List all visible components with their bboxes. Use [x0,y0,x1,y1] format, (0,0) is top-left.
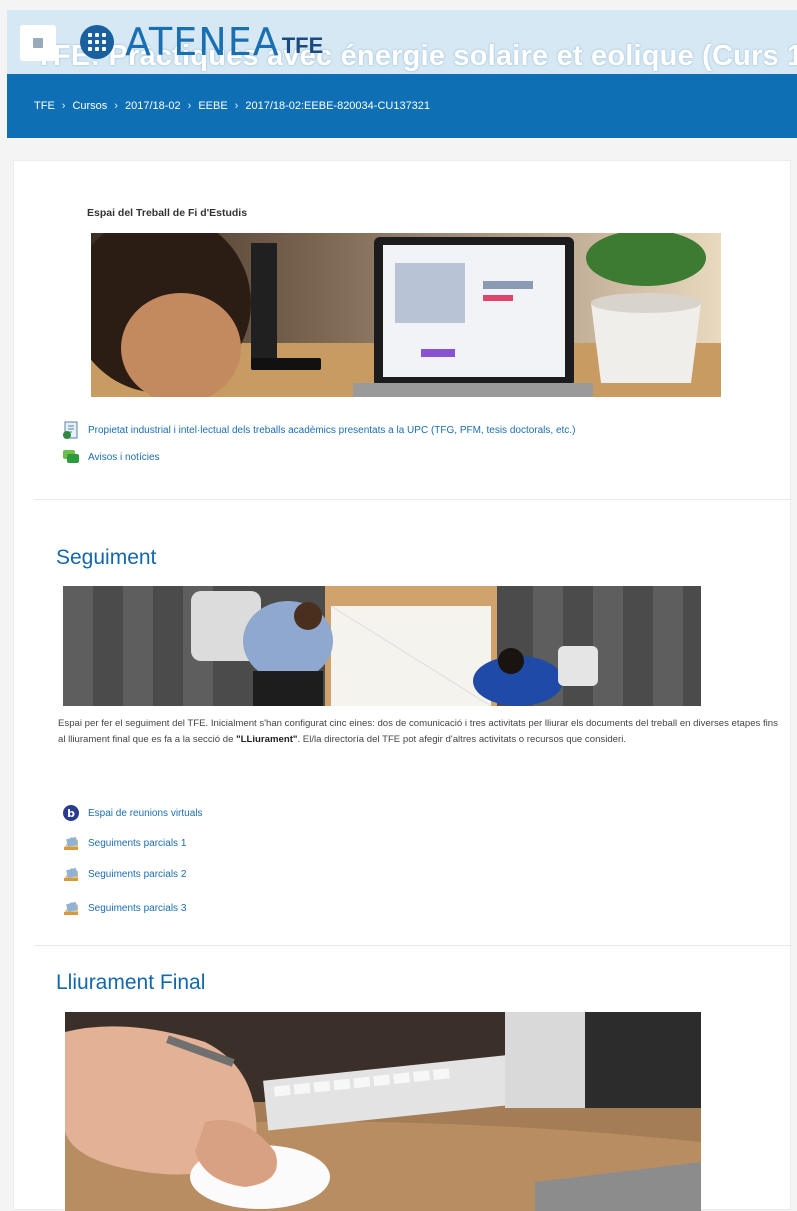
activity-label: Avisos i notícies [88,451,160,463]
menu-icon [33,38,43,48]
activity-label: Espai de reunions virtuals [88,807,203,819]
menu-toggle-button[interactable] [20,25,56,61]
assignment-icon [64,867,78,881]
logo-suffix: TFE [281,33,324,58]
breadcrumb-item-tfe[interactable]: TFE [34,100,55,112]
section-heading-seguiment[interactable]: Seguiment [56,546,156,570]
globe-logo-icon [80,25,114,59]
page-icon [63,421,78,439]
banner-image-laptop-desk [91,233,721,397]
breadcrumb-separator-icon: › [61,100,66,112]
summary-bold-text: "LLiurament" [236,734,298,745]
bigbluebutton-icon: b [63,805,79,821]
activity-partial-1[interactable]: Seguiments parcials 1 [62,834,186,852]
activity-partial-2[interactable]: Seguiments parcials 2 [62,865,186,883]
summary-text: . El/la directoría del TFE pot afegir d'… [297,734,626,745]
breadcrumb-item-course[interactable]: 2017/18-02:EEBE-820034-CU137321 [245,100,430,112]
label-title: Espai del Treball de Fi d'Estudis [87,207,248,219]
activity-label: Propietat industrial i intel·lectual del… [88,424,576,436]
activity-partial-3[interactable]: Seguiments parcials 3 [62,899,186,917]
top-banner: TFE: Pràctiques avec énergie solaire et … [7,10,797,74]
section-image-meeting [63,586,701,706]
activity-ip-page[interactable]: Propietat industrial i intel·lectual del… [62,421,575,439]
activity-news-forum[interactable]: Avisos i notícies [62,448,160,466]
atenea-logo[interactable]: ATENEA TFE [79,23,323,61]
section-divider [34,945,792,946]
breadcrumb-item-term[interactable]: 2017/18-02 [125,100,181,112]
section-divider [34,499,792,500]
course-content: Espai del Treball de Fi d'Estudis Propie… [13,160,792,1211]
breadcrumb-separator-icon: › [187,100,192,112]
section-heading-lliurament-final[interactable]: Lliurament Final [56,971,205,995]
breadcrumb-bar: TFE › Cursos › 2017/18-02 › EEBE › 2017/… [7,74,797,138]
activity-label: Seguiments parcials 3 [88,902,187,914]
assignment-icon [64,836,78,850]
breadcrumb-item-school[interactable]: EEBE [198,100,227,112]
breadcrumb: TFE › Cursos › 2017/18-02 › EEBE › 2017/… [34,100,430,112]
section-image-computer-mouse [65,1012,701,1211]
breadcrumb-separator-icon: › [114,100,118,112]
forum-icon [63,450,79,463]
section-summary: Espai per fer el seguiment del TFE. Inic… [58,716,788,748]
assignment-icon [64,901,78,915]
activity-virtual-meetings[interactable]: b Espai de reunions virtuals [62,804,203,822]
breadcrumb-separator-icon: › [234,100,239,112]
svg-text:b: b [67,807,75,820]
logo-text: ATENEA [125,20,280,64]
breadcrumb-item-cursos[interactable]: Cursos [72,100,107,112]
activity-label: Seguiments parcials 2 [88,868,187,880]
activity-label: Seguiments parcials 1 [88,837,187,849]
